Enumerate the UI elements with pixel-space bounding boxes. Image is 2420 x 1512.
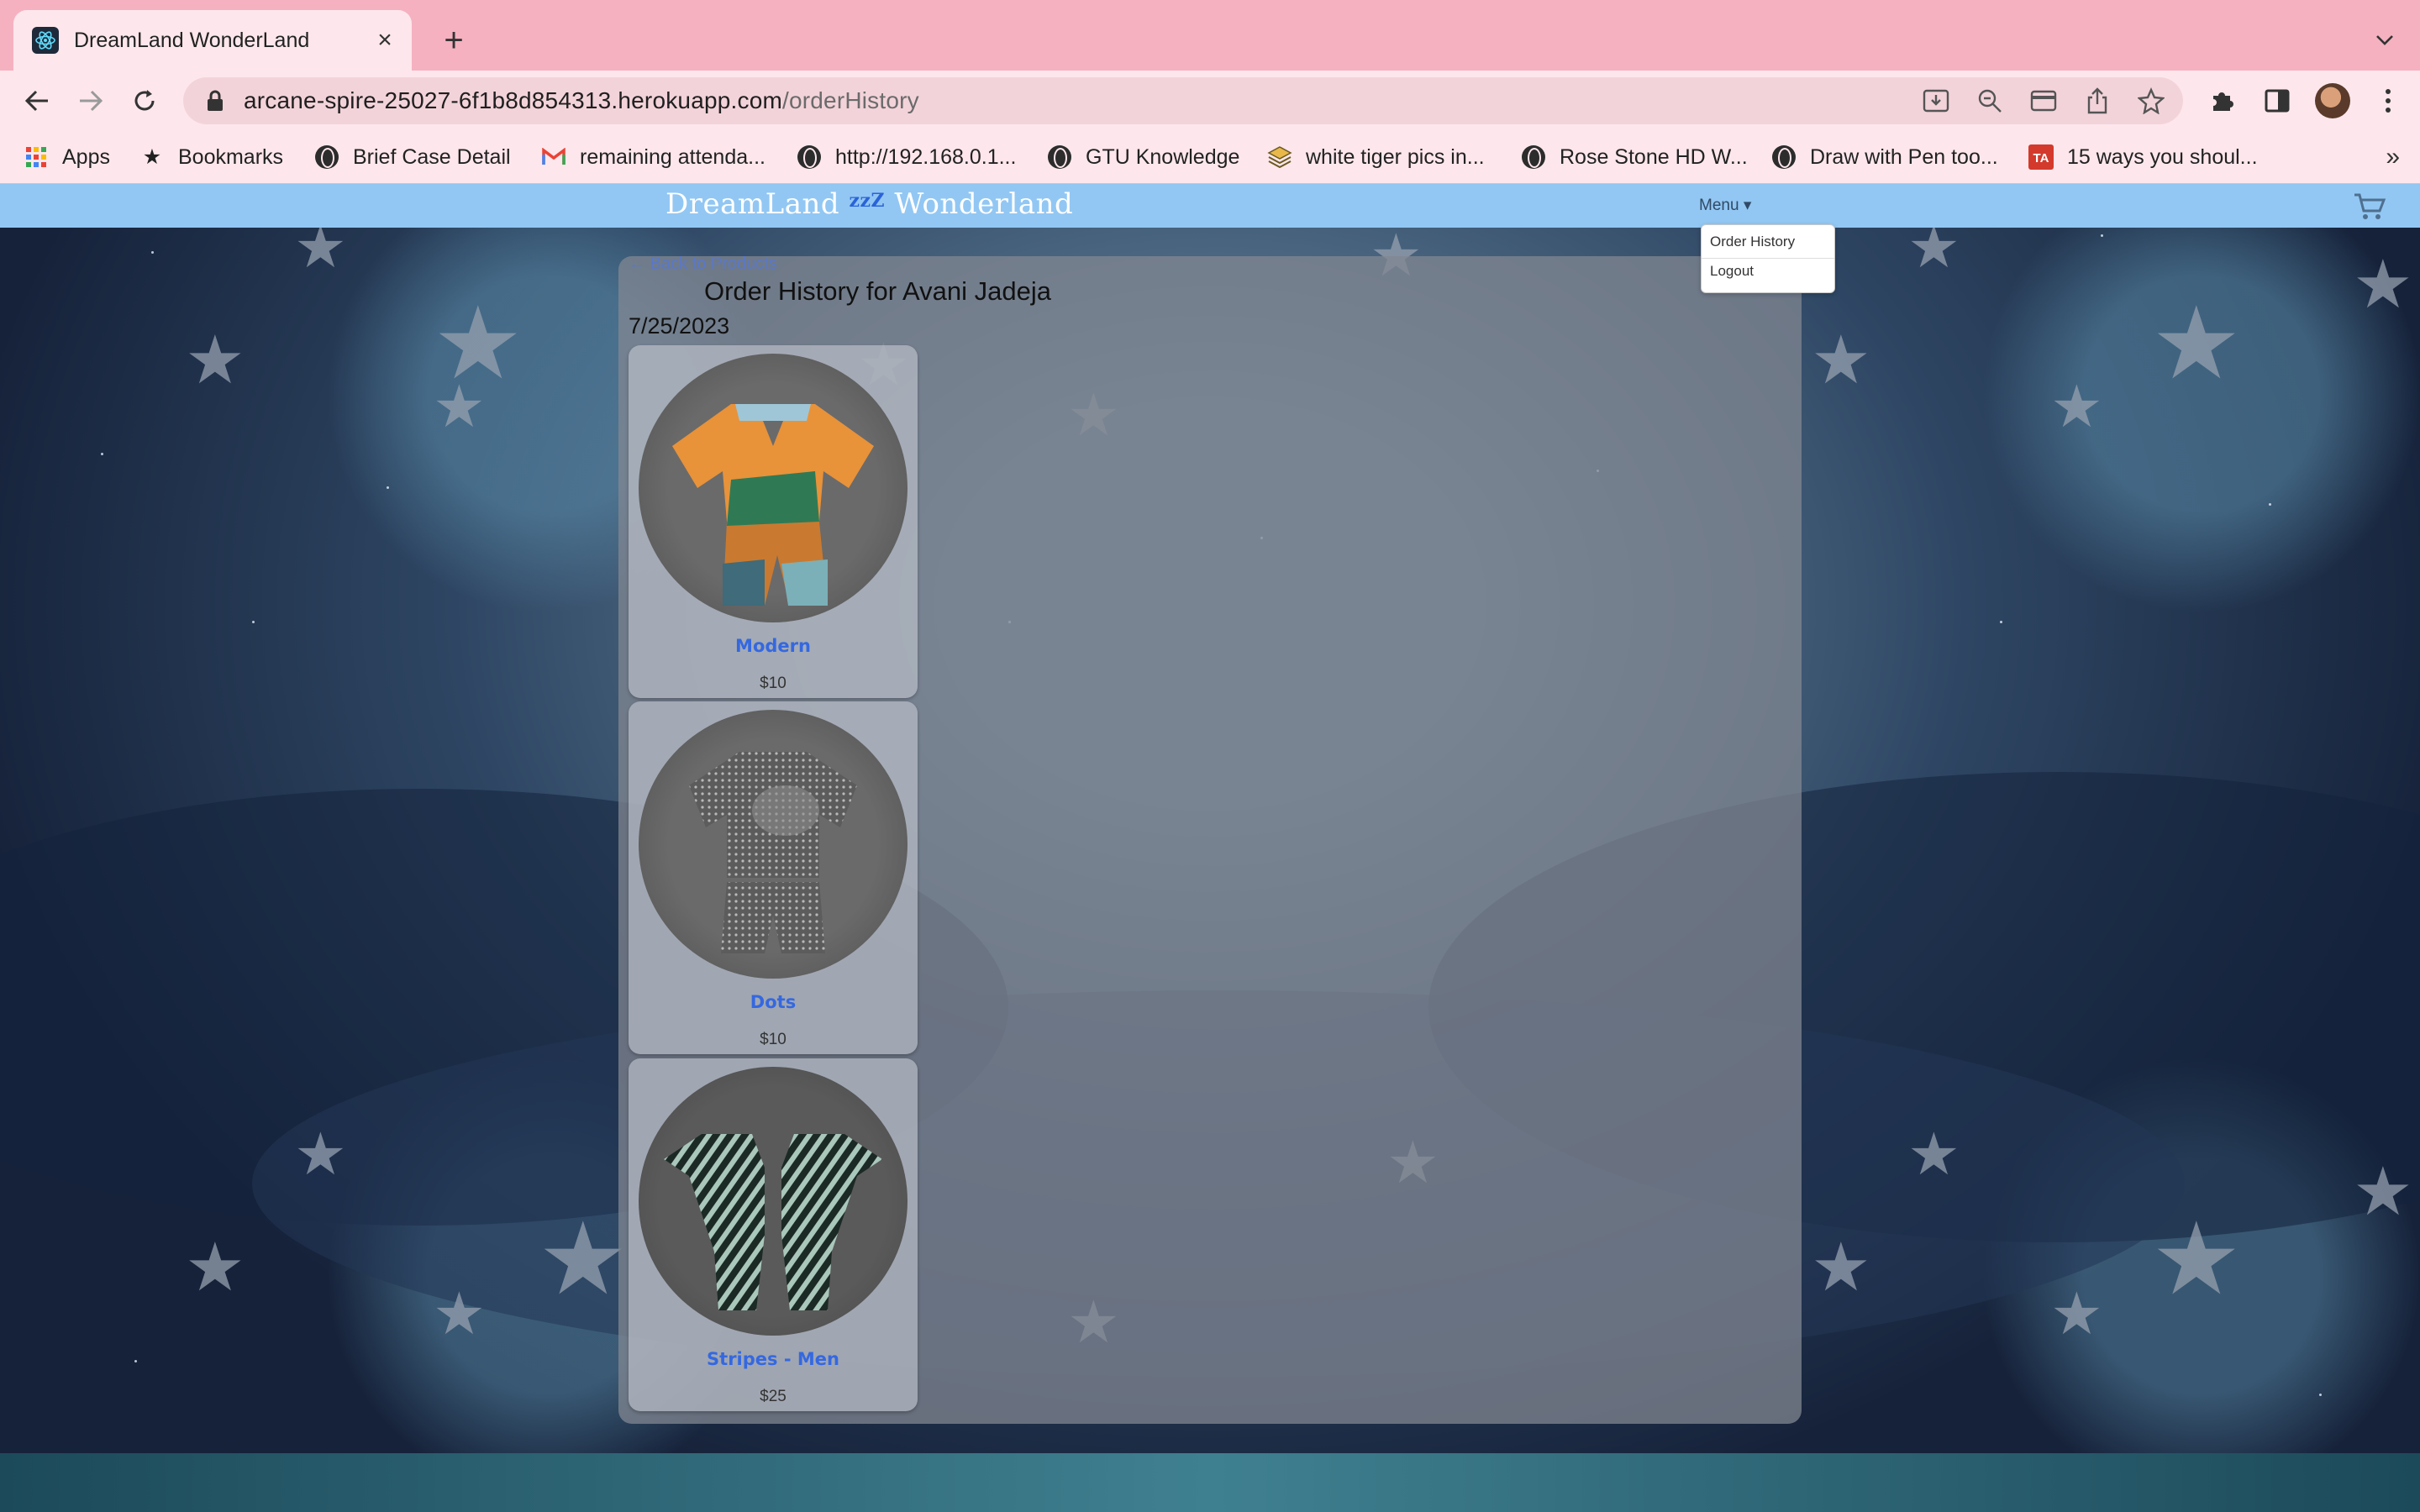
browser-tab[interactable]: DreamLand WonderLand × xyxy=(13,10,412,71)
star-shape: ★ xyxy=(2353,1154,2413,1229)
bookmark-label: white tiger pics in... xyxy=(1306,144,1485,169)
globe-icon xyxy=(1771,144,1797,170)
bookmark-apps[interactable]: Apps xyxy=(24,141,110,173)
product-price: $10 xyxy=(760,1031,786,1048)
product-name-link[interactable]: Dots xyxy=(629,992,918,1012)
install-app-icon[interactable] xyxy=(1918,84,1954,118)
bookmarks-overflow-icon[interactable]: » xyxy=(2386,143,2400,171)
bookmark-gmail[interactable]: remaining attenda... xyxy=(541,141,765,173)
brand-logo[interactable]: DreamLand zzZ Wonderland xyxy=(666,187,1073,221)
product-card[interactable]: Dots $10 xyxy=(629,701,918,1054)
star-shape: ★ xyxy=(538,1203,629,1315)
forward-arrow-icon[interactable] xyxy=(72,82,109,119)
bookmark-local-ip[interactable]: http://192.168.0.1... xyxy=(797,141,1016,173)
star-shape: ★ xyxy=(2151,1203,2242,1315)
tab-search-chevron-icon[interactable] xyxy=(2368,24,2402,57)
star-shape: ★ xyxy=(2050,1281,2103,1347)
star-shape: ★ xyxy=(185,1230,245,1305)
star-shape: ★ xyxy=(294,1121,347,1187)
back-to-products-link[interactable]: ← Back to Products xyxy=(629,255,777,274)
reload-icon[interactable] xyxy=(126,82,163,119)
url-text: arcane-spire-25027-6f1b8d854313.herokuap… xyxy=(244,87,919,113)
product-price: $25 xyxy=(760,1388,786,1405)
react-favicon-icon xyxy=(32,27,59,54)
extensions-puzzle-icon[interactable] xyxy=(2203,82,2240,119)
bookmark-label: http://192.168.0.1... xyxy=(835,144,1017,169)
address-bar[interactable]: arcane-spire-25027-6f1b8d854313.herokuap… xyxy=(183,77,2183,124)
product-name-link[interactable]: Modern xyxy=(629,636,918,656)
more-vert-icon[interactable] xyxy=(2370,82,2407,119)
star-shape: ★ xyxy=(2353,247,2413,322)
bookmark-label: Rose Stone HD W... xyxy=(1560,144,1748,169)
star-shape: ★ xyxy=(433,1281,486,1347)
star-shape: ★ xyxy=(2050,374,2103,439)
bottom-glow xyxy=(0,1453,2420,1512)
apps-grid-icon xyxy=(24,144,49,170)
star-shape: ★ xyxy=(185,323,245,397)
browser-toolbar: arcane-spire-25027-6f1b8d854313.herokuap… xyxy=(0,71,2420,131)
lock-icon xyxy=(208,90,223,111)
globe-icon xyxy=(797,144,822,170)
product-card[interactable]: Modern $10 xyxy=(629,345,918,698)
bookmark-gtu[interactable]: GTU Knowledge xyxy=(1047,141,1239,173)
share-icon[interactable] xyxy=(2079,84,2116,118)
order-date: 7/25/2023 xyxy=(629,313,730,339)
app-navbar: DreamLand zzZ Wonderland Menu ▾ xyxy=(0,184,2420,228)
bookmark-15-ways[interactable]: TA 15 ways you shoul... xyxy=(2028,141,2258,173)
bookmark-label: Draw with Pen too... xyxy=(1810,144,1998,169)
menu-divider xyxy=(1702,258,1834,259)
layers-icon xyxy=(1267,144,1292,170)
star-shape: ★ xyxy=(433,374,486,439)
gmail-icon xyxy=(541,144,566,170)
zoom-icon[interactable] xyxy=(1971,84,2008,118)
product-price: $10 xyxy=(760,675,786,692)
card-icon[interactable] xyxy=(2025,84,2062,118)
new-tab-icon[interactable]: + xyxy=(435,22,472,59)
menu-item-order-history[interactable]: Order History xyxy=(1710,234,1795,250)
ta-icon: TA xyxy=(2028,144,2054,170)
back-arrow-icon[interactable] xyxy=(18,82,55,119)
side-panel-icon[interactable] xyxy=(2259,82,2296,119)
tab-strip: DreamLand WonderLand × + xyxy=(0,0,2420,71)
bookmark-white-tiger[interactable]: white tiger pics in... xyxy=(1267,141,1485,173)
menu-dropdown: Order History Logout xyxy=(1701,224,1835,293)
star-shape: ★ xyxy=(1811,323,1871,397)
svg-text:TA: TA xyxy=(2033,151,2049,165)
bookmark-rose-stone[interactable]: Rose Stone HD W... xyxy=(1521,141,1748,173)
bookmark-brief-case[interactable]: Brief Case Detail xyxy=(314,141,511,173)
product-image-modern[interactable] xyxy=(639,354,908,622)
bookmark-star-icon[interactable] xyxy=(2133,84,2170,118)
product-name-link[interactable]: Stripes - Men xyxy=(629,1349,918,1369)
bookmark-label: Apps xyxy=(62,144,110,169)
bookmarks-bar: Apps ★ Bookmarks Brief Case Detail remai… xyxy=(0,131,2420,184)
caret-down-icon: ▾ xyxy=(1743,197,1752,214)
star-shape: ★ xyxy=(2151,287,2242,400)
star-shape: ★ xyxy=(1811,1230,1871,1305)
product-image-dots[interactable] xyxy=(639,710,908,979)
bookmark-label: Bookmarks xyxy=(178,144,284,169)
bookmark-draw-pen[interactable]: Draw with Pen too... xyxy=(1771,141,1998,173)
menu-item-logout[interactable]: Logout xyxy=(1710,263,1754,280)
globe-icon xyxy=(1521,144,1546,170)
order-history-panel: ← Back to Products Order History for Ava… xyxy=(618,255,1802,1424)
tab-title: DreamLand WonderLand xyxy=(74,28,310,52)
page-background: ★ ★ ★ ★ ★ ★ ★ ★ ★ ★ ★ ★ ★ ★ ★ ★ ★ ★ ★ ★ … xyxy=(0,184,2420,1512)
bookmark-label: remaining attenda... xyxy=(580,144,765,169)
bookmark-bookmarks[interactable]: ★ Bookmarks xyxy=(139,141,283,173)
product-image-stripes-men[interactable] xyxy=(639,1067,908,1336)
globe-icon xyxy=(1047,144,1072,170)
close-tab-icon[interactable]: × xyxy=(370,25,400,55)
globe-icon xyxy=(314,144,339,170)
bookmark-label: 15 ways you shoul... xyxy=(2067,144,2258,169)
star-icon: ★ xyxy=(142,145,162,169)
bookmark-label: Brief Case Detail xyxy=(353,144,511,169)
product-card[interactable]: Stripes - Men $25 xyxy=(629,1058,918,1411)
profile-avatar[interactable] xyxy=(2314,82,2351,119)
shopping-cart-icon[interactable] xyxy=(2353,192,2386,221)
menu-dropdown-toggle[interactable]: Menu ▾ xyxy=(1699,196,1751,215)
page-title: Order History for Avani Jadeja xyxy=(704,276,1051,306)
star-shape: ★ xyxy=(1907,1121,1960,1187)
bookmark-label: GTU Knowledge xyxy=(1086,144,1240,169)
